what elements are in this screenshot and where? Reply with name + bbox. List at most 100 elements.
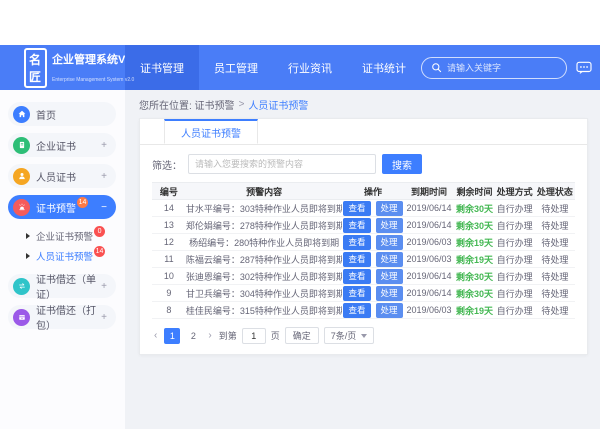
person-certificate-icon: [13, 168, 30, 185]
cell-id: 10: [152, 268, 186, 285]
sidebar-item-certificate-warning[interactable]: 证书预警14 −: [8, 195, 116, 219]
cell-actions: 查看处理: [342, 285, 403, 302]
filter-label: 筛选：: [152, 157, 182, 172]
table-row: 12 杨绍编号：280特种作业人员即将到期 查看处理 2019/06/03 剩余…: [152, 234, 575, 251]
col-remaining: 剩余时间: [454, 183, 494, 200]
cell-method: 自行办理: [495, 251, 535, 268]
header-search-input[interactable]: [447, 63, 557, 73]
header-search[interactable]: [421, 57, 567, 79]
nav-certificate-stats[interactable]: 证书统计: [347, 45, 421, 90]
cell-status: 待处理: [535, 285, 575, 302]
sidebar-item-person-certificates[interactable]: 人员证书 +: [8, 164, 116, 188]
person-warning-badge: 14: [94, 246, 105, 257]
view-button[interactable]: 查看: [343, 218, 370, 233]
content-card: 人员证书预警 筛选： 搜索 编号 预警内容: [139, 118, 588, 355]
breadcrumb-current[interactable]: 人员证书预警: [248, 97, 308, 112]
handle-button[interactable]: 处理: [376, 303, 403, 318]
handle-button[interactable]: 处理: [376, 269, 403, 284]
confirm-page-button[interactable]: 确定: [285, 327, 319, 344]
cell-id: 14: [152, 200, 186, 217]
goto-page-input[interactable]: [242, 328, 266, 344]
search-button[interactable]: 搜索: [382, 154, 422, 174]
filter-input[interactable]: [188, 154, 376, 174]
sidebar-item-cert-loan-package[interactable]: 证书借还（打包） +: [8, 305, 116, 329]
expand-plus-icon[interactable]: +: [101, 171, 107, 182]
view-button[interactable]: 查看: [343, 269, 370, 284]
cell-method: 自行办理: [495, 217, 535, 234]
cell-status: 待处理: [535, 302, 575, 319]
handle-button[interactable]: 处理: [376, 286, 403, 301]
nav-certificate-management[interactable]: 证书管理: [125, 45, 199, 90]
sidebar-subitem-person-warning[interactable]: 人员证书预警14: [0, 246, 125, 266]
handle-button[interactable]: 处理: [376, 235, 403, 250]
corp-warning-badge: 0: [94, 226, 105, 237]
filter-row: 筛选： 搜索: [152, 154, 575, 174]
sidebar-subitem-corp-warning[interactable]: 企业证书预警0: [0, 226, 125, 246]
message-icon[interactable]: [576, 61, 592, 75]
cell-actions: 查看处理: [342, 234, 403, 251]
sidebar-item-corp-certificates[interactable]: 企业证书 +: [8, 133, 116, 157]
app-body: 首页 企业证书 + 人员证书 + 证书预警14: [0, 90, 600, 429]
page: 名匠 企业管理系统V2.0 Enterprise Management Syst…: [0, 0, 600, 429]
col-id: 编号: [152, 183, 186, 200]
nav-employee-management[interactable]: 员工管理: [199, 45, 273, 90]
cell-actions: 查看处理: [342, 200, 403, 217]
nav-industry-news[interactable]: 行业资讯: [273, 45, 347, 90]
handle-button[interactable]: 处理: [376, 252, 403, 267]
sidebar-item-label: 企业证书: [36, 138, 76, 153]
cell-status: 待处理: [535, 268, 575, 285]
sidebar-item-cert-loan-single[interactable]: 证书借还（单证） +: [8, 274, 116, 298]
table-row: 8 桂佳民编号：315特种作业人员即将到期 查看处理 2019/06/03 剩余…: [152, 302, 575, 319]
view-button[interactable]: 查看: [343, 252, 370, 267]
app-header: 名匠 企业管理系统V2.0 Enterprise Management Syst…: [0, 45, 600, 90]
expand-plus-icon[interactable]: +: [101, 312, 107, 323]
arrow-right-icon: [26, 253, 30, 259]
warning-count-badge: 14: [77, 197, 88, 208]
cell-remaining: 剩余19天: [454, 251, 494, 268]
collapse-minus-icon[interactable]: −: [101, 202, 107, 213]
col-method: 处理方式: [495, 183, 535, 200]
cell-actions: 查看处理: [342, 251, 403, 268]
cell-method: 自行办理: [495, 200, 535, 217]
cell-remaining: 剩余19天: [454, 234, 494, 251]
cell-due-date: 2019/06/14: [404, 200, 455, 217]
sidebar: 首页 企业证书 + 人员证书 + 证书预警14: [0, 90, 125, 429]
cell-content: 郑伦娟编号：278特种作业人员即将到期: [186, 217, 343, 234]
cell-id: 9: [152, 285, 186, 302]
cell-due-date: 2019/06/03: [404, 251, 455, 268]
view-button[interactable]: 查看: [343, 303, 370, 318]
col-status: 处理状态: [535, 183, 575, 200]
sidebar-subnav: 企业证书预警0 人员证书预警14: [0, 226, 125, 266]
handle-button[interactable]: 处理: [376, 201, 403, 216]
cell-status: 待处理: [535, 217, 575, 234]
app-logo: 名匠 企业管理系统V2.0 Enterprise Management Syst…: [0, 45, 125, 90]
view-button[interactable]: 查看: [343, 286, 370, 301]
view-button[interactable]: 查看: [343, 235, 370, 250]
breadcrumb: 您所在位置: 证书预警 > 人员证书预警: [139, 96, 588, 112]
page-size-value: 7条/页: [331, 329, 357, 342]
cell-actions: 查看处理: [342, 302, 403, 319]
expand-plus-icon[interactable]: +: [101, 281, 107, 292]
cell-due-date: 2019/06/14: [404, 268, 455, 285]
page-size-select[interactable]: 7条/页: [324, 327, 375, 344]
prev-page-icon[interactable]: ‹: [152, 330, 159, 341]
cell-method: 自行办理: [495, 234, 535, 251]
main-content: 您所在位置: 证书预警 > 人员证书预警 人员证书预警 筛选： 搜索: [125, 90, 600, 429]
cell-due-date: 2019/06/03: [404, 302, 455, 319]
page-1[interactable]: 1: [164, 328, 180, 344]
tab-bar: 人员证书预警: [140, 119, 587, 145]
page-2[interactable]: 2: [185, 328, 201, 344]
cell-status: 待处理: [535, 234, 575, 251]
next-page-icon[interactable]: ›: [206, 330, 213, 341]
tab-person-cert-warning[interactable]: 人员证书预警: [164, 119, 258, 144]
cell-content: 甘水平编号：303特种作业人员即将到期: [186, 200, 343, 217]
cell-method: 自行办理: [495, 302, 535, 319]
table-header-row: 编号 预警内容 操作 到期时间 剩余时间 处理方式 处理状态: [152, 183, 575, 200]
sidebar-item-label: 证书借还（打包）: [36, 302, 101, 332]
cell-content: 杨绍编号：280特种作业人员即将到期: [186, 234, 343, 251]
sidebar-item-home[interactable]: 首页: [8, 102, 116, 126]
sidebar-item-label: 证书预警: [36, 200, 76, 215]
expand-plus-icon[interactable]: +: [101, 140, 107, 151]
handle-button[interactable]: 处理: [376, 218, 403, 233]
view-button[interactable]: 查看: [343, 201, 370, 216]
